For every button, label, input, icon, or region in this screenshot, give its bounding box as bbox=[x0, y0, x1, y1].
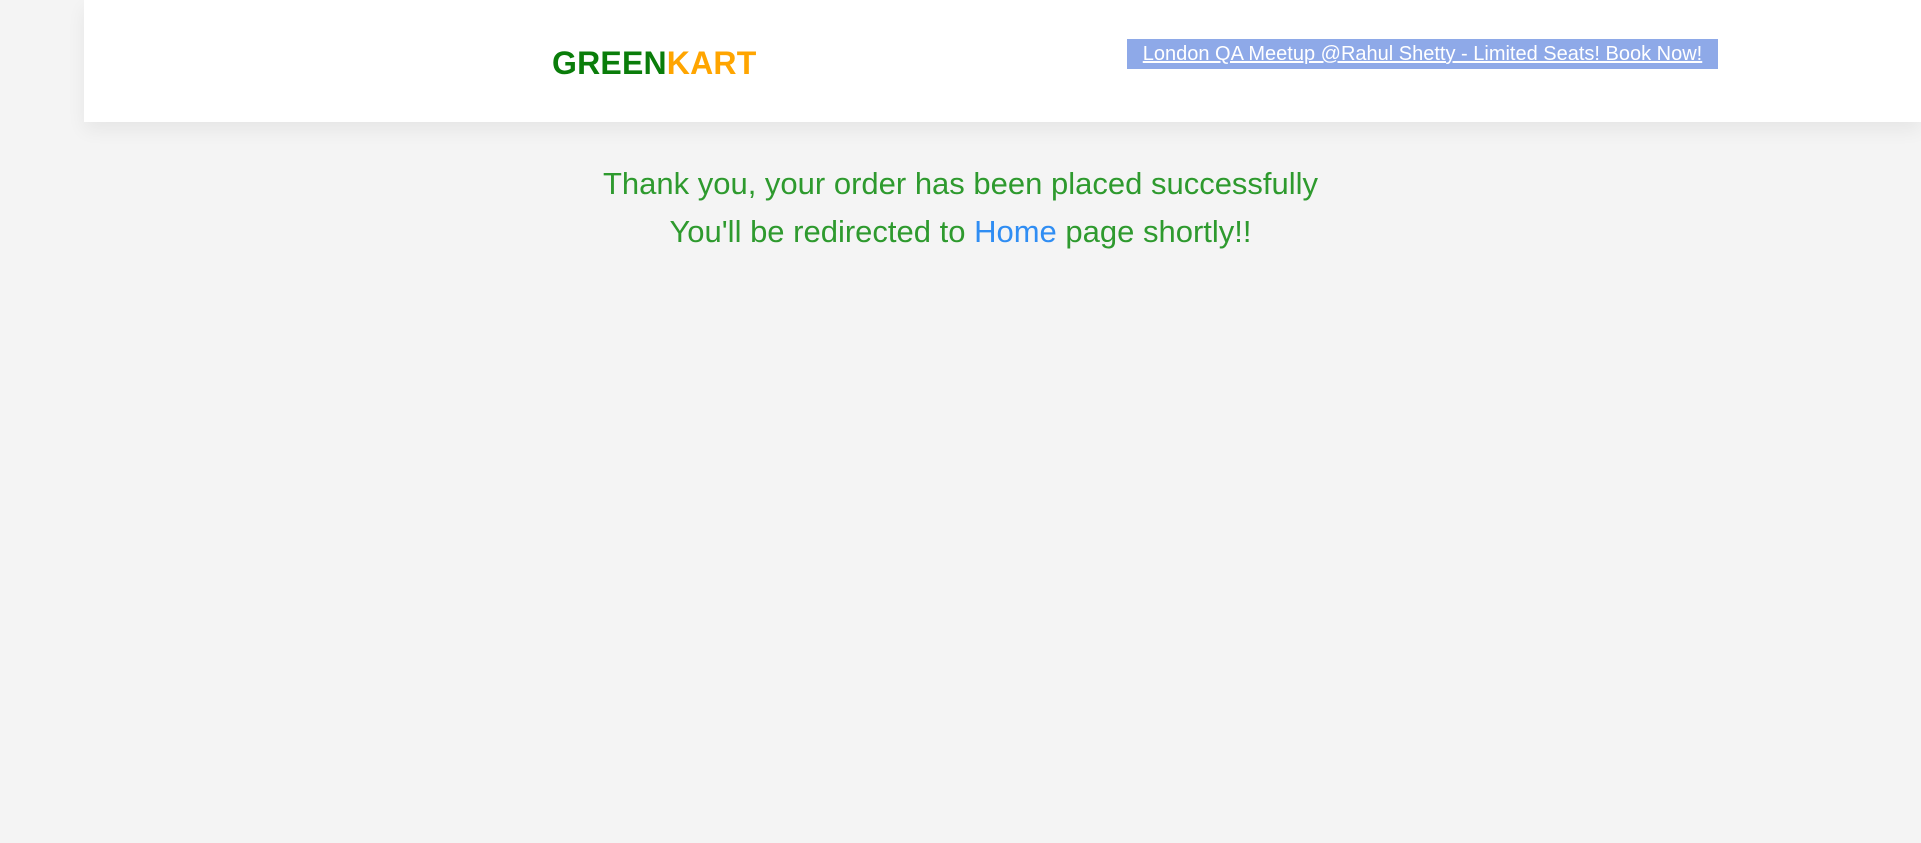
promo-link[interactable]: London QA Meetup @Rahul Shetty - Limited… bbox=[1143, 42, 1703, 66]
site-header: GREENKART London QA Meetup @Rahul Shetty… bbox=[84, 0, 1921, 122]
order-confirmation-message: Thank you, your order has been placed su… bbox=[0, 160, 1921, 256]
brand-logo-kart: KART bbox=[666, 45, 757, 81]
redirect-text: You'll be redirected to Home page shortl… bbox=[0, 208, 1921, 256]
brand-logo[interactable]: GREENKART bbox=[552, 44, 756, 82]
home-link[interactable]: Home bbox=[974, 214, 1057, 249]
order-success-text: Thank you, your order has been placed su… bbox=[602, 166, 1319, 201]
redirect-prefix: You'll be redirected to bbox=[669, 214, 975, 249]
redirect-suffix: page shortly!! bbox=[1056, 214, 1252, 249]
brand-logo-green: GREEN bbox=[552, 45, 667, 81]
promo-banner: London QA Meetup @Rahul Shetty - Limited… bbox=[1127, 39, 1718, 69]
